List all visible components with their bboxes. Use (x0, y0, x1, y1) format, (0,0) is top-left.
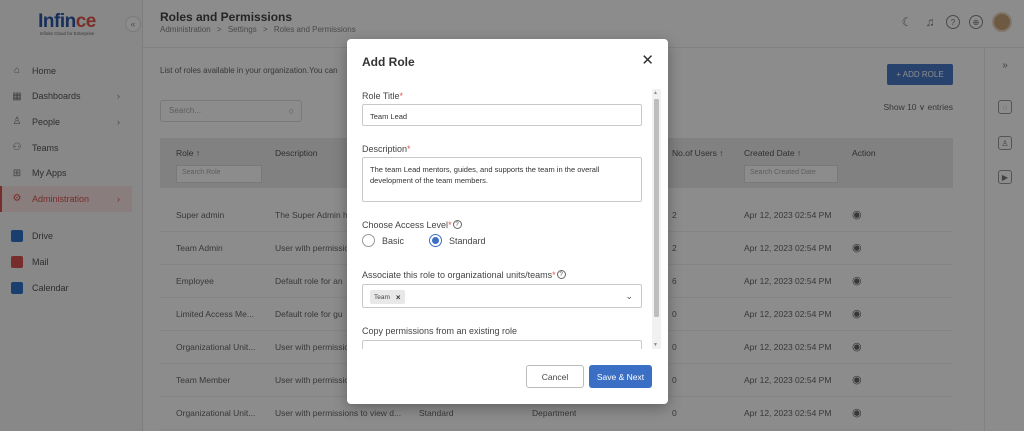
add-role-dialog: Add Role ✕ Role Title* Team Lead Descrip… (347, 39, 668, 404)
role-title-label: Role Title* (362, 91, 404, 101)
remove-chip-icon[interactable]: × (396, 293, 401, 302)
copy-permissions-label: Copy permissions from an existing role (362, 326, 518, 336)
selected-chip: Team × (370, 290, 405, 304)
scroll-up-icon[interactable]: ▲ (653, 90, 658, 96)
radio-basic-label[interactable]: Basic (382, 236, 404, 246)
organizational-units-select[interactable]: Team × ⌄ (362, 284, 642, 308)
dialog-title: Add Role (362, 55, 415, 69)
radio-standard-label[interactable]: Standard (449, 236, 486, 246)
scroll-down-icon[interactable]: ▼ (653, 342, 658, 348)
access-level-label: Choose Access Level*? (362, 220, 462, 230)
cancel-button[interactable]: Cancel (526, 365, 584, 388)
associate-label: Associate this role to organizational un… (362, 270, 566, 280)
close-icon[interactable]: ✕ (641, 53, 654, 68)
save-next-button[interactable]: Save & Next (589, 365, 652, 388)
help-icon: ? (556, 270, 566, 279)
description-textarea[interactable]: The team Lead mentors, guides, and suppo… (362, 157, 642, 202)
radio-standard[interactable] (429, 234, 443, 247)
dialog-body: Role Title* Team Lead Description* The t… (362, 89, 658, 349)
description-label: Description* (362, 144, 411, 154)
radio-basic[interactable] (362, 234, 375, 247)
dialog-scrollbar[interactable]: ▲ ▼ (652, 89, 661, 349)
role-title-input[interactable]: Team Lead (362, 104, 642, 126)
access-level-radios: Basic Standard (362, 234, 486, 247)
help-icon: ? (452, 220, 462, 229)
scroll-thumb[interactable] (654, 99, 659, 317)
copy-permissions-select[interactable] (362, 340, 642, 349)
chevron-down-icon: ⌄ (625, 291, 633, 301)
chip-label: Team (374, 293, 390, 301)
